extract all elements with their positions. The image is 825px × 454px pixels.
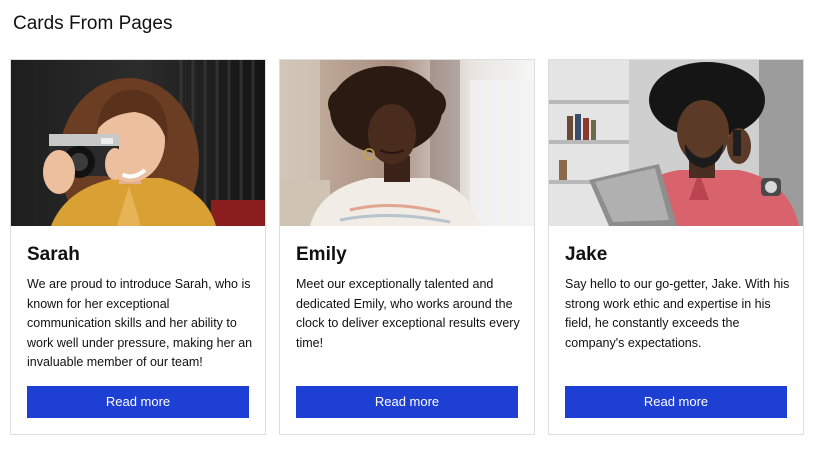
profile-card-jake: Jake Say hello to our go-getter, Jake. W…: [548, 59, 804, 435]
profile-card-emily: Emily Meet our exceptionally talented an…: [279, 59, 535, 435]
profile-photo-emily: [280, 60, 534, 226]
card-title: Emily: [296, 244, 347, 265]
profile-photo-jake: [549, 60, 803, 226]
page-title: Cards From Pages: [13, 13, 173, 34]
profile-card-sarah: Sarah We are proud to introduce Sarah, w…: [10, 59, 266, 435]
card-description: Say hello to our go-getter, Jake. With h…: [565, 277, 790, 350]
card-title: Jake: [565, 244, 608, 265]
card-description: Meet our exceptionally talented and dedi…: [296, 277, 520, 350]
card-title: Sarah: [27, 244, 80, 265]
page: Cards From Pages Sarah We are proud to i…: [0, 0, 825, 454]
read-more-button-emily[interactable]: Read more: [296, 386, 518, 418]
read-more-button-jake[interactable]: Read more: [565, 386, 787, 418]
read-more-button-sarah[interactable]: Read more: [27, 386, 249, 418]
profile-photo-sarah: [11, 60, 265, 226]
card-description: We are proud to introduce Sarah, who is …: [27, 277, 253, 369]
